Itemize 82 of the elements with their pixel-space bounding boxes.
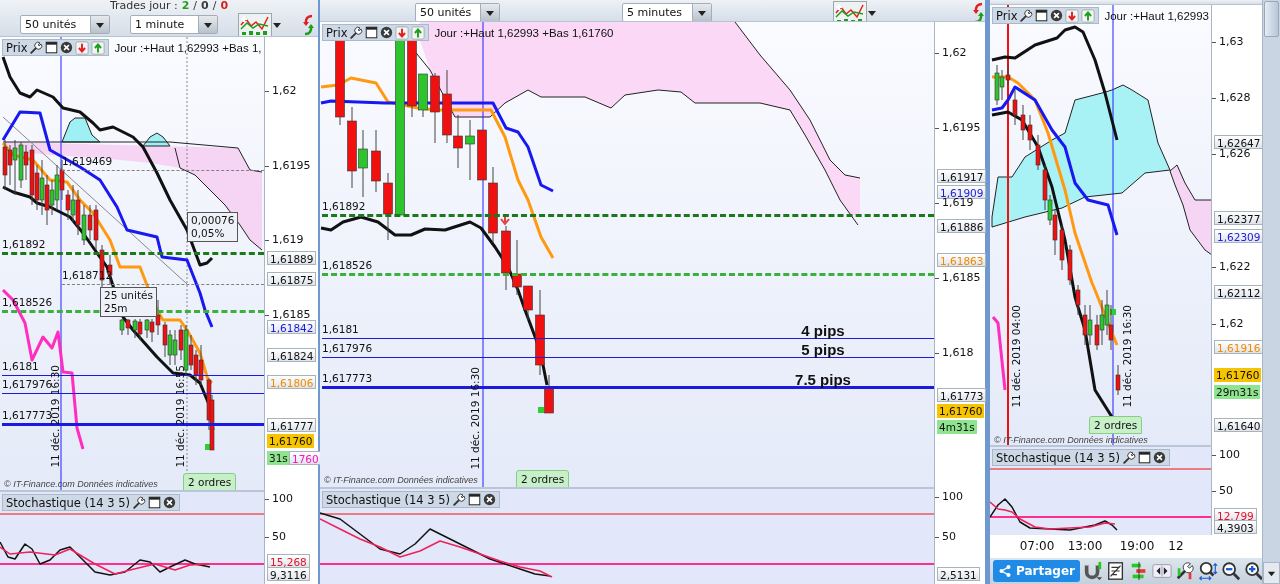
time-axis-label: 12 [1168, 539, 1184, 553]
price-info-text: Jour :+Haut 1,62993 [1104, 9, 1209, 22]
price-tag: 1,61640 [1214, 418, 1264, 432]
date-label: 11 déc. 2019 16:30 [469, 367, 481, 470]
price-tag: 1,62112 [1214, 285, 1264, 299]
price-tag: 1,62377 [1214, 211, 1264, 225]
price-tag: 4,3903 [1214, 520, 1257, 534]
price-tag: 1,61917 [937, 169, 987, 183]
timeframe-dropdown[interactable]: 1 minute [130, 15, 218, 34]
level-label: 1,6181 [2, 360, 39, 372]
price-tag: 9,3116 [267, 567, 310, 581]
orders-badge[interactable]: 2 ordres [183, 473, 237, 491]
level-label: 1,617976 [322, 342, 373, 354]
date-label: 11 déc. 2019 16:30 [1121, 305, 1133, 408]
axis-label: 1,62 [265, 84, 297, 98]
timeframe-dropdown[interactable]: 5 minutes [622, 3, 712, 21]
axis-label: 1,619 [265, 233, 304, 247]
level-label: 1,61892 [322, 200, 366, 212]
trade-count: 2 [181, 0, 190, 12]
separator-text: / [212, 0, 217, 12]
level-label: 1,6181 [322, 323, 359, 335]
price-tag: 1,61806 [267, 375, 317, 389]
copyright-text: © IT-Finance.com Données indicatives [324, 475, 478, 485]
date-label: 11 déc. 2019 04:00 [1010, 305, 1022, 408]
current-price-tag: 1,61760 [937, 404, 985, 418]
level-label: 1,617976 [2, 378, 53, 390]
axis-label: 1,6195 [265, 159, 311, 173]
pane-title: Prix [326, 25, 348, 40]
pane-title: Stochastique (14 3 5) [6, 495, 131, 510]
price-tag: 1,61886 [937, 219, 987, 233]
pips-label: 4 pips [801, 323, 845, 338]
axis-label: 1,62 [935, 46, 967, 60]
pips-label: 7.5 pips [795, 372, 851, 387]
time-axis-label: 19:00 [1119, 539, 1155, 553]
units-dropdown[interactable]: 50 unités [20, 15, 110, 34]
pane-title: Prix [996, 8, 1018, 23]
units-dropdown[interactable]: 50 unités [415, 3, 500, 21]
current-price-tag: 1,61760 [1214, 368, 1262, 382]
price-tag: 1,61916 [1214, 340, 1264, 354]
price-tag: 1,61842 [267, 320, 317, 334]
countdown-tag: 29m31s [1214, 385, 1261, 399]
axis-label: 1,6185 [935, 271, 981, 285]
axis-label: 1,6195 [935, 121, 981, 135]
trades-label: Trades jour : [109, 0, 178, 12]
price-tag: 1,62309 [1214, 229, 1264, 243]
price-tag: 1,61773 [937, 388, 987, 402]
pane-title: Stochastique (14 3 5) [996, 450, 1121, 465]
countdown-tag: 4m31s [937, 420, 977, 434]
measure-tooltip: 0,00076 0,05% [187, 212, 239, 242]
orders-badge[interactable]: 2 ordres [1089, 416, 1143, 434]
orders-badge[interactable]: 2 ordres [516, 470, 570, 488]
price-tag: 1,61824 [267, 348, 317, 362]
axis-label: 1,63 [1212, 35, 1244, 49]
pips-label: 5 pips [801, 342, 845, 357]
share-button[interactable]: Partager [993, 560, 1080, 582]
price-tag: 1,61863 [937, 253, 987, 267]
price-tag: 1760 [289, 451, 322, 465]
level-label: 1,61892 [2, 238, 46, 250]
trade-count: 0 [220, 0, 229, 12]
price-info-text: Jour :+Haut 1,62993 +Bas 1, [114, 41, 262, 54]
current-price-tag: 1,61760 [267, 434, 315, 448]
axis-label: 1,622 [1212, 260, 1251, 274]
pane-title: Prix [6, 40, 28, 55]
separator-text: / [193, 0, 198, 12]
price-tag: 2,5131 [937, 567, 980, 581]
level-label: 1,618526 [322, 259, 373, 271]
axis-label: 1,618 [935, 346, 974, 360]
price-tag: 1,61777 [267, 418, 317, 432]
time-axis-label: 07:00 [1019, 539, 1055, 553]
price-tag: 15,268 [267, 554, 310, 568]
axis-label: 1,62 [1212, 317, 1244, 331]
trade-count: 0 [201, 0, 209, 12]
pane-title: Stochastique (14 3 5) [326, 492, 451, 507]
level-label: 1,617773 [322, 372, 373, 384]
time-axis-label: 13:00 [1067, 539, 1103, 553]
measure-tooltip: 25 unités 25m [100, 287, 157, 317]
price-info-text: Jour :+Haut 1,62993 +Bas 1,61760 [434, 26, 614, 39]
copyright-text: © IT-Finance.com Données indicatives [4, 479, 158, 489]
price-tag: 1,61889 [267, 251, 317, 265]
price-tag: 1,61875 [267, 272, 317, 286]
axis-label: 1,628 [1212, 91, 1251, 105]
countdown-tag: 31s [267, 451, 290, 465]
